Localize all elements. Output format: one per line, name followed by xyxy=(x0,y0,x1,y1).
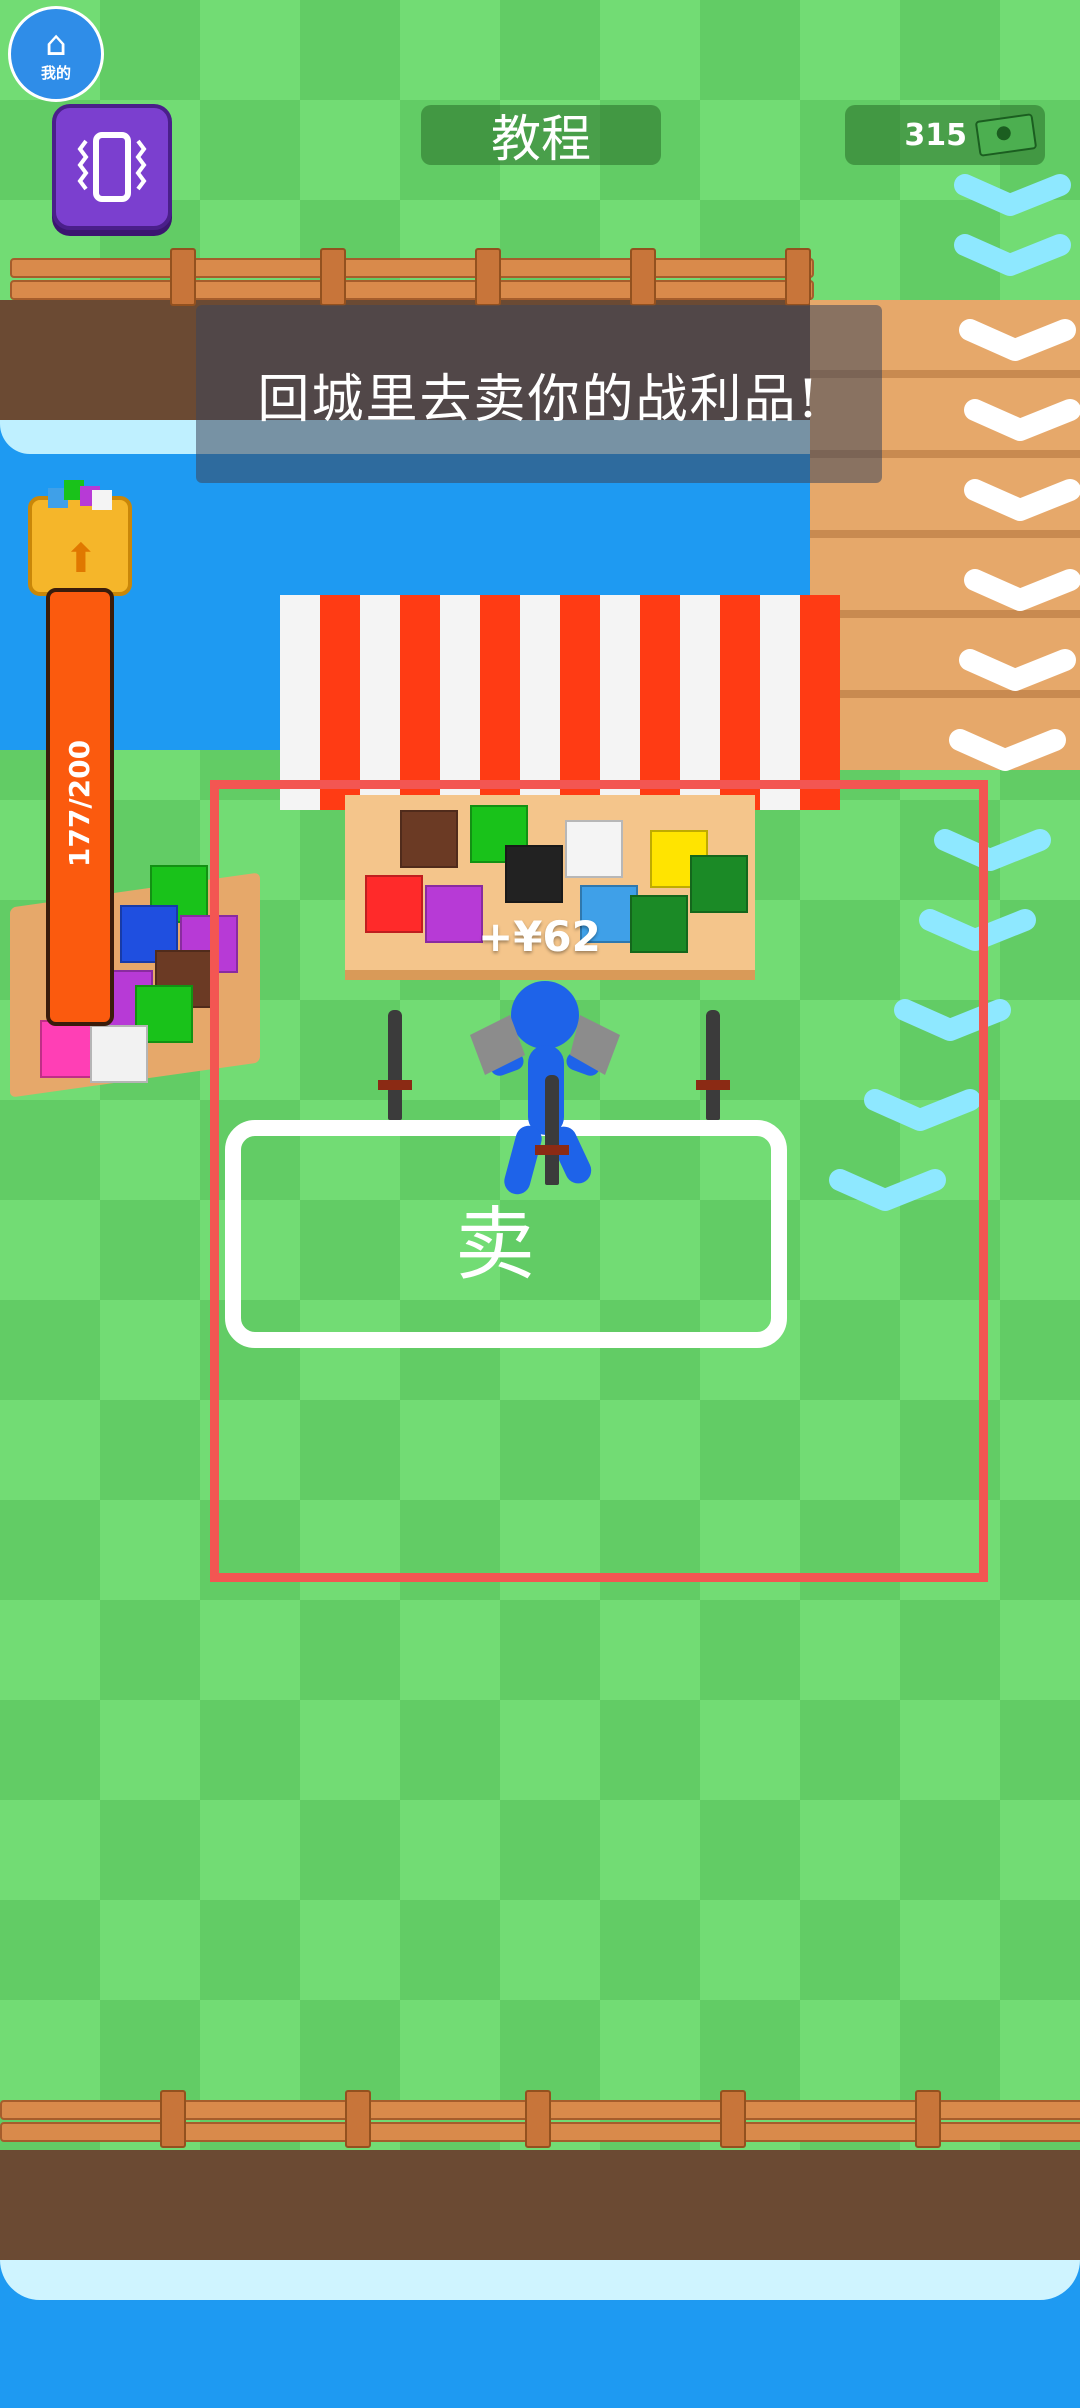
cash-bill-icon xyxy=(974,113,1038,157)
tutorial-message: 回城里去卖你的战利品! xyxy=(257,369,821,430)
fence-post xyxy=(720,2090,746,2148)
sword-icon xyxy=(696,1010,730,1120)
chevron-icon xyxy=(964,399,1080,441)
fence-post xyxy=(345,2090,371,2148)
cash-counter: 315 xyxy=(845,105,1045,165)
vibrate-phone-icon xyxy=(77,132,147,202)
arrow-up-icon: ⬆ xyxy=(64,536,98,582)
bottom-cliff xyxy=(0,2150,1080,2260)
fence-post xyxy=(915,2090,941,2148)
chevron-icon xyxy=(954,174,1071,216)
tutorial-banner: 回城里去卖你的战利品! xyxy=(196,305,882,483)
bottom-water xyxy=(0,2260,1080,2408)
chevron-icon xyxy=(964,569,1080,611)
resource-cube xyxy=(90,1025,148,1083)
income-popup: +¥62 xyxy=(478,912,601,961)
backpack-upgrade-icon[interactable]: ⬆ xyxy=(28,480,132,596)
fence-post xyxy=(525,2090,551,2148)
sword-icon xyxy=(535,1075,569,1185)
backpack-capacity[interactable]: ⬆ 177/200 xyxy=(28,480,132,1028)
home-icon: ⌂ xyxy=(45,23,67,64)
cash-amount: 315 xyxy=(904,117,967,153)
chevron-icon xyxy=(954,234,1071,276)
title-text: 教程 xyxy=(491,110,591,168)
tutorial-title: 教程 xyxy=(421,105,661,168)
market-stall-awning xyxy=(280,595,840,810)
chevron-icon xyxy=(964,479,1080,521)
sword-icon xyxy=(378,1010,412,1120)
chevron-icon xyxy=(959,319,1076,361)
home-badge[interactable]: ⌂ 我的 xyxy=(8,6,104,102)
vibrate-button[interactable] xyxy=(52,104,172,230)
chevron-icon xyxy=(949,729,1066,771)
chevron-icon xyxy=(959,649,1076,691)
capacity-text: 177/200 xyxy=(63,739,97,867)
fence-post xyxy=(160,2090,186,2148)
home-badge-label: 我的 xyxy=(40,63,71,82)
